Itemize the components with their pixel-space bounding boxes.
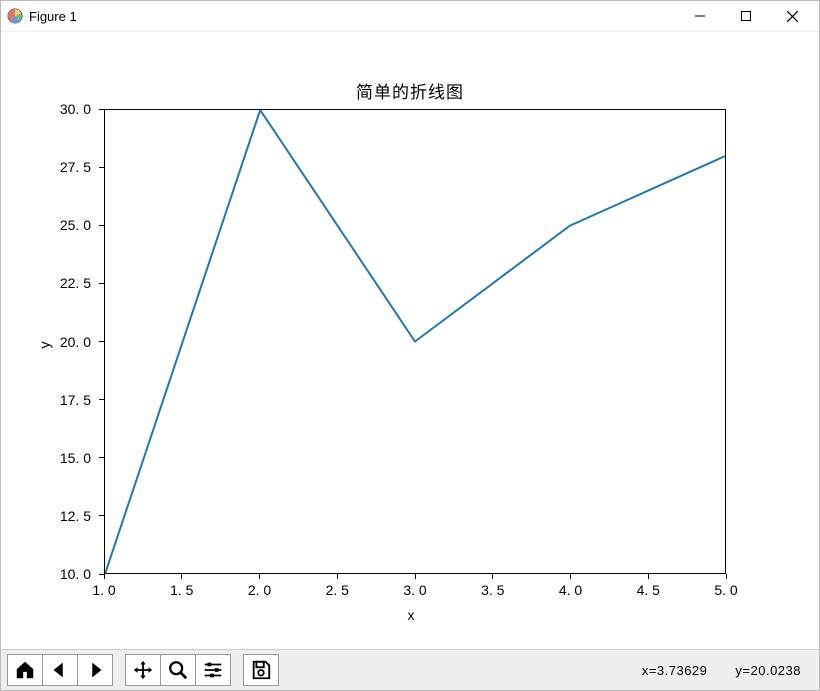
x-tick-label: 3. 5 bbox=[481, 582, 504, 598]
window-title: Figure 1 bbox=[29, 9, 77, 24]
configure-subplots-button[interactable] bbox=[196, 655, 230, 685]
y-tick-label: 12. 5 bbox=[60, 508, 91, 524]
y-tick-label: 25. 0 bbox=[60, 217, 91, 233]
cursor-x: x=3.73629 bbox=[642, 663, 708, 678]
y-tick-label: 10. 0 bbox=[60, 566, 91, 582]
x-tick-label: 4. 0 bbox=[559, 582, 582, 598]
plot-canvas[interactable]: 简单的折线图 y x 1. 0 1. 5 2. 0 2. 5 3. 0 3. 5 4. 0 4… bbox=[1, 32, 819, 649]
navigation-toolbar: x=3.73629 y=20.0238 bbox=[1, 649, 819, 690]
titlebar: Figure 1 bbox=[1, 1, 819, 32]
y-tick-label: 17. 5 bbox=[60, 392, 91, 408]
forward-button[interactable] bbox=[78, 655, 112, 685]
close-button[interactable] bbox=[769, 1, 815, 31]
back-button[interactable] bbox=[43, 655, 78, 685]
matplotlib-icon bbox=[7, 8, 23, 24]
y-tick-label: 15. 0 bbox=[60, 450, 91, 466]
pan-button[interactable] bbox=[126, 655, 161, 685]
y-tick-label: 22. 5 bbox=[60, 275, 91, 291]
x-tick-label: 5. 0 bbox=[714, 582, 737, 598]
zoom-button[interactable] bbox=[161, 655, 196, 685]
cursor-y: y=20.0238 bbox=[735, 663, 801, 678]
figure-window: Figure 1 简单的折线图 y x 1. 0 1. 5 2. 0 2. 5 3. 0… bbox=[0, 0, 820, 691]
cursor-coordinates: x=3.73629 y=20.0238 bbox=[642, 663, 801, 678]
axes-frame bbox=[104, 109, 726, 574]
minimize-button[interactable] bbox=[677, 1, 723, 31]
save-button[interactable] bbox=[244, 655, 278, 685]
line-plot bbox=[105, 110, 725, 573]
x-tick-label: 2. 0 bbox=[248, 582, 271, 598]
plot-title: 简单的折线图 bbox=[1, 78, 819, 103]
x-tick-label: 2. 5 bbox=[326, 582, 349, 598]
x-axis-label: x bbox=[408, 607, 415, 623]
x-tick-label: 4. 5 bbox=[637, 582, 660, 598]
maximize-button[interactable] bbox=[723, 1, 769, 31]
x-tick-label: 1. 5 bbox=[170, 582, 193, 598]
x-tick-label: 1. 0 bbox=[92, 582, 115, 598]
y-axis-label: y bbox=[37, 342, 53, 349]
y-tick-label: 27. 5 bbox=[60, 159, 91, 175]
x-tick-label: 3. 0 bbox=[403, 582, 426, 598]
y-tick-label: 30. 0 bbox=[60, 101, 91, 117]
y-tick-label: 20. 0 bbox=[60, 334, 91, 350]
home-button[interactable] bbox=[8, 655, 43, 685]
